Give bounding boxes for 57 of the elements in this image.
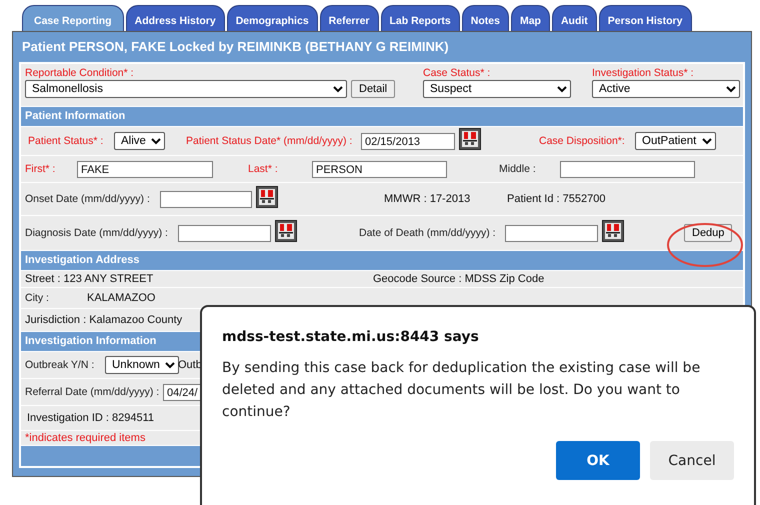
dropdown[interactable]: Suspect — [423, 80, 571, 98]
text-field[interactable] — [178, 224, 271, 242]
field-label: First* : — [25, 163, 56, 175]
dialog-button[interactable]: OK — [556, 441, 640, 480]
info-text: Street : 123 ANY STREET — [25, 273, 154, 285]
info-text: KALAMAZOO — [87, 292, 156, 304]
field-label: Date of Death (mm/dd/yyyy) : — [359, 227, 497, 239]
section-header: Investigation Address — [21, 251, 743, 270]
dialog-button[interactable]: Cancel — [650, 441, 734, 480]
calendar-icon[interactable] — [459, 128, 481, 150]
dropdown[interactable]: Salmonellosis — [25, 80, 347, 98]
dedup-button[interactable]: Dedup — [684, 224, 732, 242]
tab[interactable]: Audit — [552, 5, 597, 31]
tab[interactable]: Person History — [598, 5, 692, 31]
tab[interactable]: Notes — [462, 5, 509, 31]
tab[interactable]: Lab Reports — [380, 5, 460, 31]
field-label: Onset Date (mm/dd/yyyy) : — [25, 193, 151, 205]
text-field[interactable] — [560, 160, 695, 178]
field-label: Case Status* : — [423, 67, 490, 79]
tab[interactable]: Map — [510, 5, 550, 31]
text-field[interactable]: 04/24/ — [163, 384, 201, 400]
field-label: Outbreak Y/N : — [25, 359, 96, 371]
field-label: Case Disposition*: — [539, 135, 626, 147]
calendar-icon[interactable] — [602, 220, 624, 242]
info-text: Patient Id : 7552700 — [507, 193, 606, 205]
dialog-title: mdss-test.state.mi.us:8443 says — [222, 329, 480, 345]
tab[interactable]: Demographics — [226, 5, 318, 31]
panel-title: Patient PERSON, FAKE Locked by REIMINKB (BETHANY G REIMINK) — [21, 38, 450, 56]
field-label: Patient Status Date* (mm/dd/yyyy) : — [186, 135, 354, 147]
info-text: Jurisdiction : Kalamazoo County — [25, 314, 182, 326]
field-label: Referral Date (mm/dd/yyyy) : — [25, 386, 159, 398]
tab[interactable]: Referrer — [320, 5, 379, 31]
detail-button[interactable]: Detail — [351, 80, 396, 98]
dropdown[interactable]: OutPatient — [635, 132, 716, 150]
tab[interactable]: Address History — [126, 5, 225, 31]
dialog-message: By sending this case back for deduplication the existing case will be deleted and any attached documents will be lost. Do you want to continue? — [222, 359, 702, 422]
info-text: Investigation ID : 8294511 — [27, 412, 154, 424]
field-label: Investigation Status* : — [592, 67, 694, 79]
text-field[interactable]: FAKE — [77, 160, 213, 178]
field-label: Diagnosis Date (mm/dd/yyyy) : — [25, 227, 169, 239]
field-label: City : — [25, 292, 50, 304]
info-text: Geocode Source : MDSS Zip Code — [373, 273, 544, 285]
field-label: Patient Status* : — [28, 135, 104, 147]
text-field[interactable] — [160, 190, 252, 208]
dropdown[interactable]: Unknown — [105, 356, 179, 374]
field-label: Last* : — [248, 163, 279, 175]
calendar-icon[interactable] — [256, 186, 278, 208]
field-label: Reportable Condition* : — [25, 67, 134, 79]
calendar-icon[interactable] — [275, 220, 297, 242]
field-label: Middle : — [499, 163, 537, 175]
info-text: MMWR : 17-2013 — [384, 193, 470, 205]
text-field[interactable]: 02/15/2013 — [361, 132, 455, 150]
section-header: Patient Information — [21, 107, 743, 126]
text-field[interactable] — [505, 224, 598, 242]
text-field[interactable]: PERSON — [312, 160, 447, 178]
dropdown[interactable]: Alive — [114, 132, 165, 150]
dropdown[interactable]: Active — [592, 80, 740, 98]
